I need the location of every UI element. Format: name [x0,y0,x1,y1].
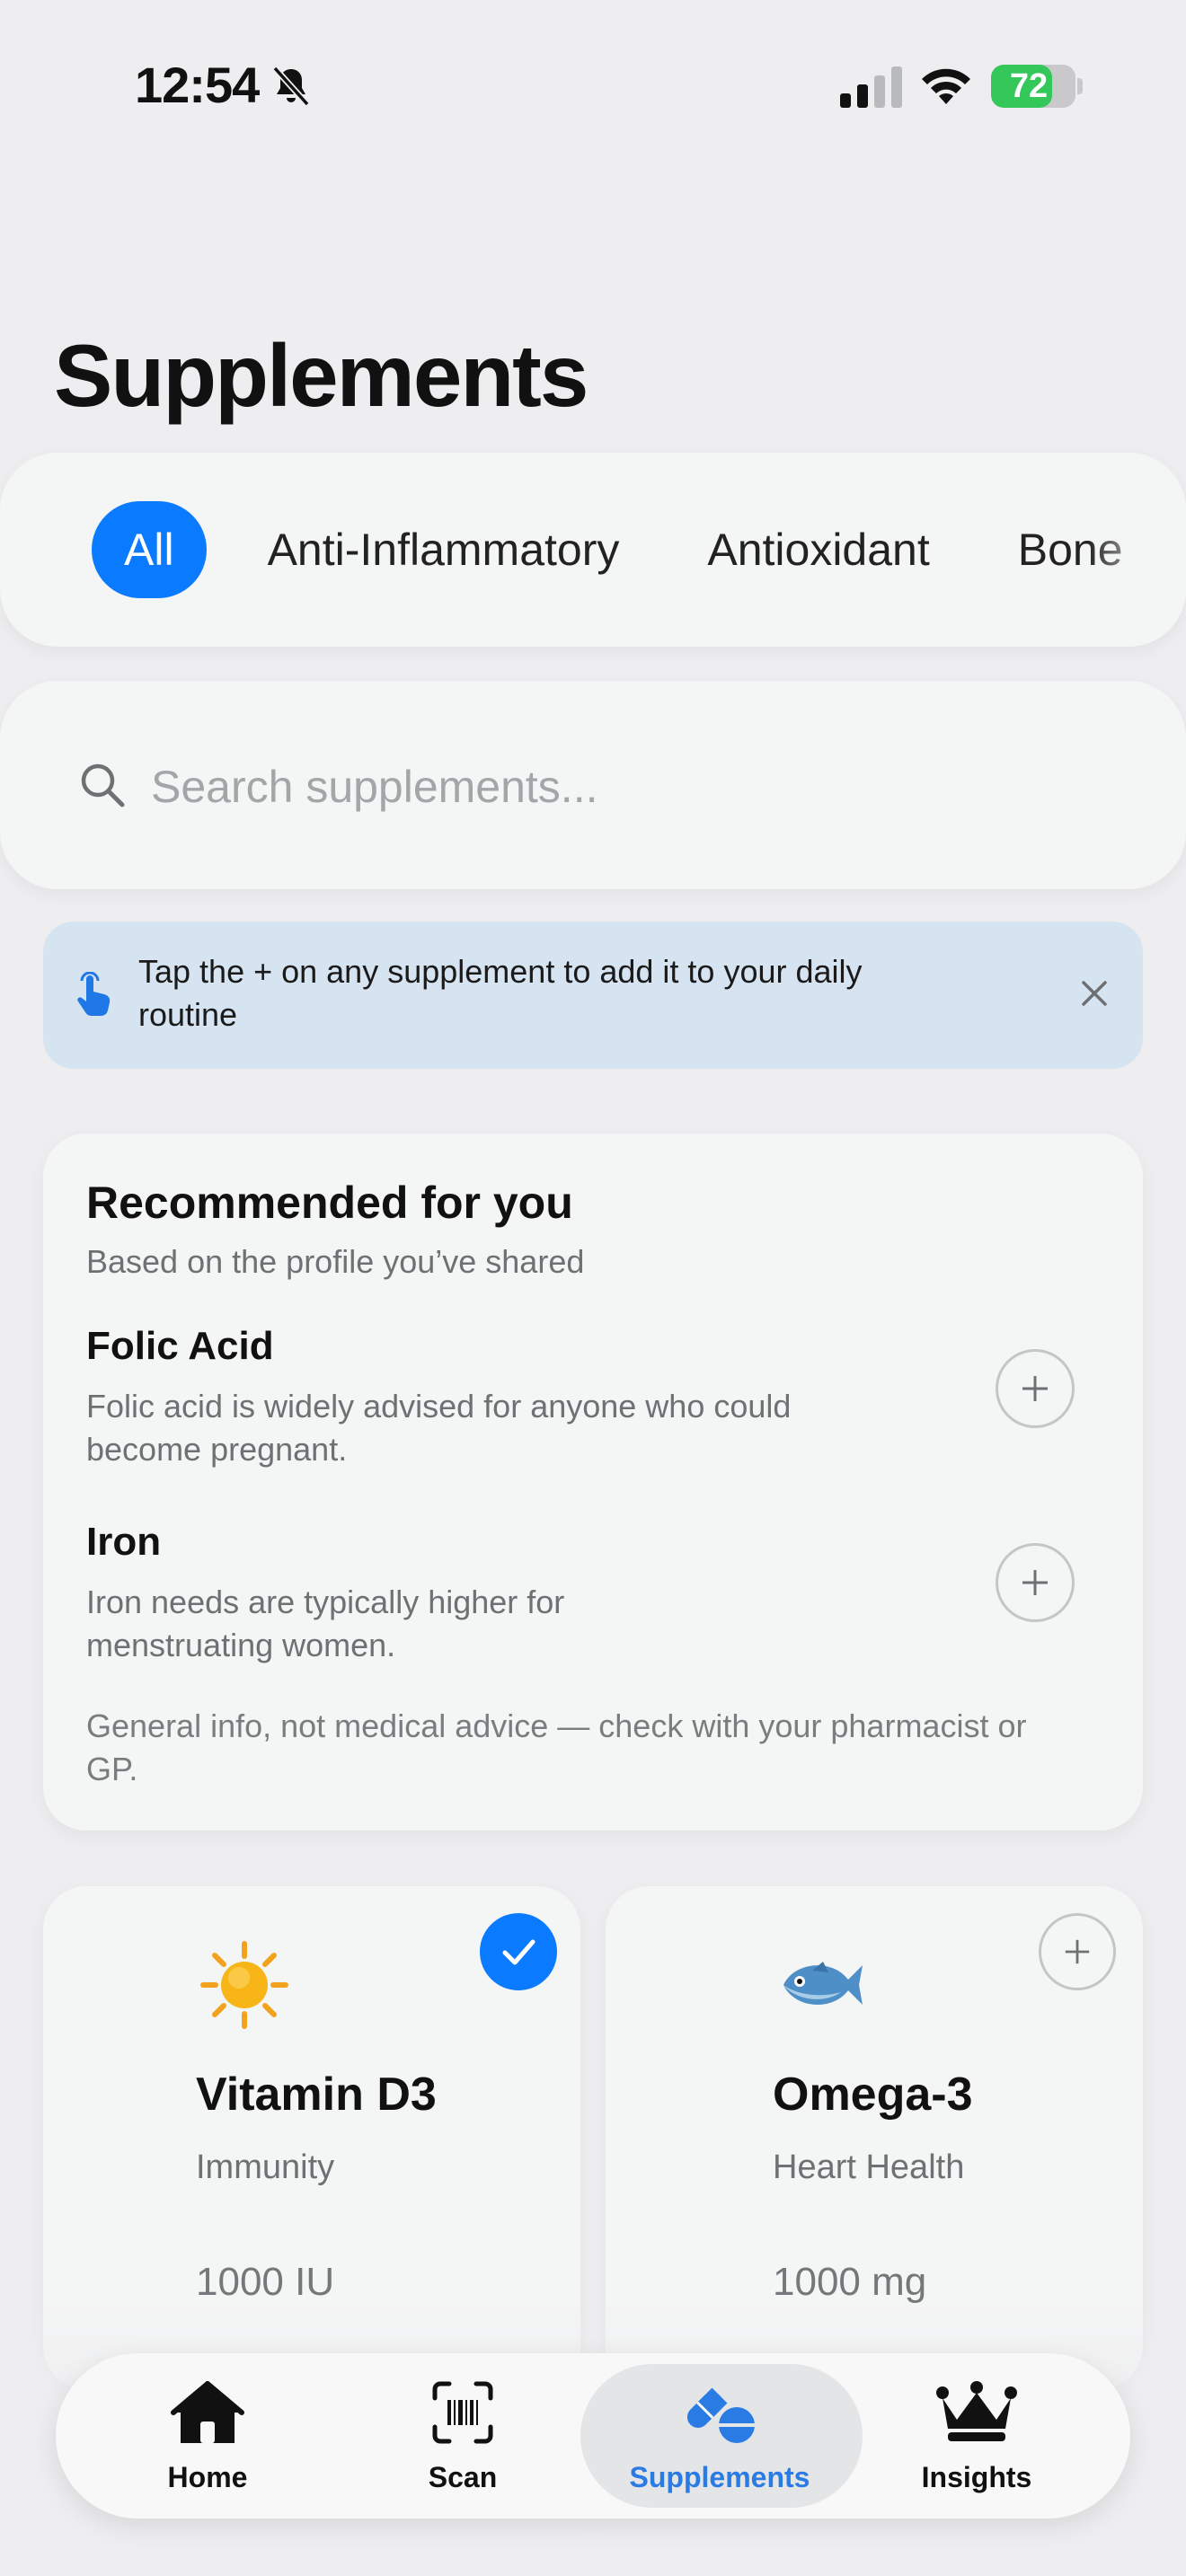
fish-icon [783,1962,863,2005]
supplement-name: Omega-3 [773,2069,973,2121]
plus-icon [1022,1376,1048,1401]
tab-home[interactable]: Home [77,2353,338,2519]
tab-label: Supplements [629,2461,810,2493]
barcode-scan-icon [432,2381,493,2444]
status-time: 12:54 [135,57,260,113]
added-checkmark-button[interactable] [480,1913,557,1990]
page-title: Supplements [54,326,589,425]
tab-label: Scan [428,2461,498,2493]
supplement-dose: 1000 mg [773,2260,927,2304]
search-icon [81,763,125,807]
add-iron-button[interactable] [996,1543,1075,1622]
plus-icon [1065,1939,1090,1964]
tab-insights[interactable]: Insights [846,2353,1107,2519]
medical-disclaimer: General info, not medical advice — check… [86,1707,1027,1787]
home-icon [171,2381,244,2443]
bell-slash-icon [272,66,310,107]
recommended-item-name: Iron [86,1520,162,1564]
recommended-item-name: Folic Acid [86,1324,274,1368]
add-folic-acid-button[interactable] [996,1349,1075,1428]
tab-label: Insights [921,2461,1032,2493]
pills-icon [686,2387,755,2443]
checkmark-icon [502,1939,535,1965]
search-input[interactable] [151,751,960,823]
filter-chip-antioxidant[interactable]: Antioxidant [680,501,956,598]
supplement-dose: 1000 IU [196,2260,335,2304]
battery-nub [1077,78,1083,94]
category-filter-bar[interactable]: All Anti-Inflammatory Antioxidant Bone [0,453,1186,647]
tab-scan[interactable]: Scan [332,2353,593,2519]
filter-chip-all[interactable]: All [92,501,207,598]
scroll-fade [1087,453,1186,647]
tab-label: Home [167,2461,248,2493]
supplement-category: Heart Health [773,2148,965,2186]
cellular-signal-icon [840,66,902,108]
supplement-category: Immunity [196,2148,335,2186]
sun-icon [200,1941,288,2029]
plus-icon [1022,1570,1048,1595]
recommended-title: Recommended for you [86,1178,573,1228]
battery-indicator: 72 [991,65,1075,108]
battery-percentage: 72 [1009,67,1049,105]
wifi-icon [922,68,970,104]
close-icon[interactable] [1078,977,1111,1010]
crown-icon [936,2381,1017,2441]
supplement-name: Vitamin D3 [196,2069,437,2121]
add-omega-3-button[interactable] [1039,1913,1116,1990]
recommended-subtitle: Based on the profile you’ve shared [86,1243,585,1280]
tip-text: Tap the + on any supplement to add it to… [138,953,863,1033]
tap-hand-icon [77,972,111,1016]
recommended-item-description: Iron needs are typically higher for mens… [86,1584,565,1663]
filter-chip-anti-inflammatory[interactable]: Anti-Inflammatory [241,501,647,598]
recommended-item-description: Folic acid is widely advised for anyone … [86,1388,792,1468]
tab-supplements[interactable]: Supplements [589,2353,850,2519]
